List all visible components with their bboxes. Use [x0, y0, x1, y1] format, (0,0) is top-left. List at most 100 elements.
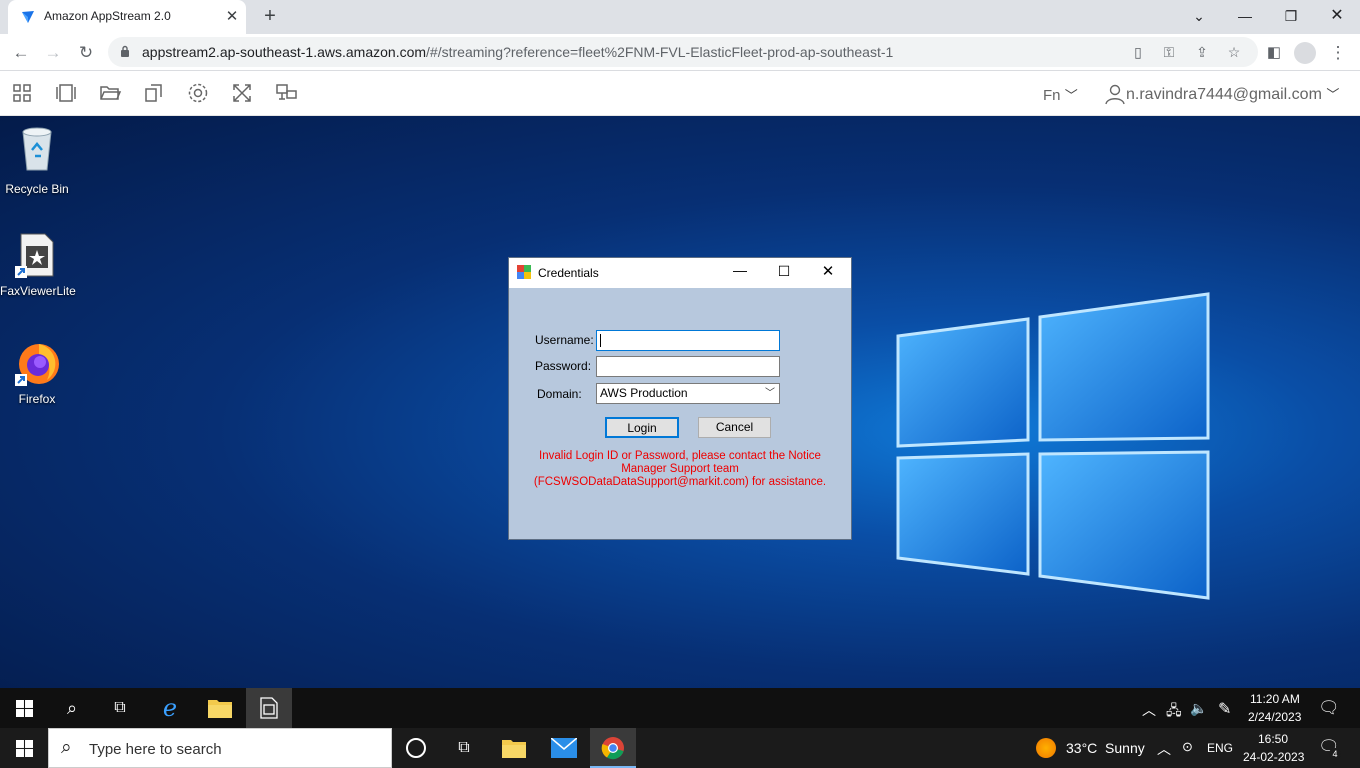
remote-taskbar: ⌕ ⧉ e ︿ 🖧 🔈 ✎ 11:20 AM 2/24/2023 🗨: [0, 688, 1360, 728]
password-input[interactable]: [596, 356, 780, 377]
login-button[interactable]: Login: [605, 417, 679, 438]
recycle-bin-icon: [22, 127, 52, 171]
minimize-button[interactable]: —: [1222, 2, 1268, 30]
new-tab-button[interactable]: +: [258, 5, 282, 29]
tab-title: Amazon AppStream 2.0: [44, 9, 171, 23]
text-cursor: [600, 334, 601, 348]
fullscreen-icon[interactable]: [230, 81, 254, 105]
tray-chevron-up-icon[interactable]: ︿: [1142, 700, 1156, 720]
fax-viewer-icon: [15, 233, 54, 278]
dialog-close-button[interactable]: ✕: [815, 262, 841, 284]
dialog-maximize-button[interactable]: ☐: [771, 263, 797, 285]
local-clock-date[interactable]: 24-02-2023: [1243, 750, 1304, 764]
notification-count-badge: 4: [1329, 748, 1341, 760]
search-icon: ⌕: [61, 737, 72, 758]
credentials-dialog: Credentials — ☐ ✕ Username: Password: Do…: [508, 257, 852, 540]
settings-icon[interactable]: [186, 81, 210, 105]
chevron-down-icon: ﹀: [765, 388, 775, 399]
bookmark-star-icon[interactable]: ☆: [1225, 43, 1243, 61]
desktop-icon-faxviewerlite[interactable]: FaxViewerLite: [0, 232, 76, 298]
internet-explorer-icon[interactable]: e: [146, 688, 194, 728]
username-input[interactable]: [596, 330, 780, 351]
file-explorer-icon[interactable]: [502, 738, 526, 758]
remote-clock-date[interactable]: 2/24/2023: [1248, 710, 1301, 724]
windows-icon[interactable]: [54, 81, 78, 105]
lock-icon: [121, 45, 129, 57]
password-label: Password:: [535, 359, 592, 373]
mail-icon[interactable]: [551, 738, 577, 758]
search-icon[interactable]: ⌕: [48, 688, 96, 728]
windows-start-icon[interactable]: [16, 740, 33, 757]
key-icon[interactable]: ⚿: [1160, 43, 1178, 61]
taskbar-faxviewer-button[interactable]: [246, 688, 292, 728]
taskbar-search-box[interactable]: ⌕ Type here to search: [48, 728, 392, 768]
username-label: Username:: [535, 333, 594, 347]
user-menu[interactable]: n.ravindra7444@gmail.com ﹀: [1126, 84, 1339, 104]
desktop-icon-recycle-bin[interactable]: Recycle Bin: [0, 124, 74, 196]
error-message: Invalid Login ID or Password, please con…: [527, 450, 833, 489]
fn-keys-dropdown[interactable]: Fn ﹀: [1043, 85, 1078, 104]
error-line: (FCSWSODataDataSupport@markit.com) for a…: [533, 476, 827, 488]
chrome-icon: [601, 737, 624, 760]
firefox-icon: [15, 344, 59, 386]
error-line: Invalid Login ID or Password, please con…: [539, 450, 821, 462]
browser-toolbar: ← → ↻ appstream2.ap-southeast-1.aws.amaz…: [0, 34, 1360, 71]
cancel-button[interactable]: Cancel: [698, 417, 771, 438]
display-icon[interactable]: [274, 81, 298, 105]
taskbar-chrome-button[interactable]: [590, 728, 636, 768]
menu-kebab-icon[interactable]: ⋮: [1325, 40, 1351, 66]
tab-close-icon[interactable]: ✕: [222, 7, 242, 27]
error-line: Manager Support team: [621, 463, 739, 475]
network-icon[interactable]: 🖧: [1166, 700, 1182, 724]
url-text: appstream2.ap-southeast-1.aws.amazon.com…: [142, 44, 893, 60]
location-icon[interactable]: ⊙: [1182, 739, 1193, 755]
local-clock-time[interactable]: 16:50: [1258, 732, 1288, 746]
dialog-minimize-button[interactable]: —: [727, 262, 753, 284]
remote-desktop: Recycle Bin FaxViewerLite Firefox Creden…: [0, 116, 1360, 688]
address-bar[interactable]: appstream2.ap-southeast-1.aws.amazon.com…: [108, 37, 1258, 67]
chevron-down-icon: ﹀: [1064, 88, 1078, 103]
appstream-toolbar: Fn ﹀ n.ravindra7444@gmail.com ﹀: [0, 71, 1360, 116]
language-indicator[interactable]: ENG: [1207, 741, 1233, 755]
weather-sun-icon[interactable]: [1036, 738, 1056, 758]
dialog-title-bar[interactable]: Credentials — ☐ ✕: [509, 258, 851, 288]
browser-tab[interactable]: Amazon AppStream 2.0 ✕: [8, 0, 246, 34]
restore-button[interactable]: ❐: [1268, 2, 1314, 30]
fn-label: Fn: [1043, 87, 1061, 104]
desktop-icon-label: Recycle Bin: [5, 182, 69, 196]
fax-viewer-icon: [260, 697, 278, 719]
browser-tab-strip: Amazon AppStream 2.0 ✕ + ⌄ — ❐ ✕: [0, 0, 1360, 34]
share-icon[interactable]: ⇪: [1193, 43, 1211, 61]
apps-icon[interactable]: [10, 81, 34, 105]
tray-chevron-up-icon[interactable]: ︿: [1157, 739, 1171, 759]
local-taskbar: ⌕ Type here to search ⧉ 33°C Sunny ︿ ⊙ E…: [0, 728, 1360, 768]
desktop-icon-firefox[interactable]: Firefox: [0, 340, 74, 406]
appstream-favicon-icon: [22, 11, 34, 23]
clipboard-icon[interactable]: ▯: [1129, 43, 1147, 61]
close-window-button[interactable]: ✕: [1314, 2, 1360, 30]
domain-label: Domain:: [537, 387, 582, 401]
task-view-icon[interactable]: ⧉: [440, 728, 488, 768]
forward-button[interactable]: →: [40, 40, 66, 66]
remote-clock-time[interactable]: 11:20 AM: [1250, 692, 1300, 706]
profile-avatar-icon[interactable]: [1294, 42, 1316, 64]
pen-icon[interactable]: ✎: [1218, 699, 1231, 719]
windows-start-icon[interactable]: [16, 700, 33, 717]
back-button[interactable]: ←: [8, 40, 34, 66]
reload-button[interactable]: ↻: [73, 40, 99, 66]
file-explorer-icon[interactable]: [208, 698, 232, 718]
tab-search-icon[interactable]: ⌄: [1176, 2, 1222, 30]
domain-select[interactable]: AWS Production ﹀: [596, 383, 780, 404]
task-view-icon[interactable]: ⧉: [96, 688, 144, 728]
side-panel-icon[interactable]: ◧: [1261, 40, 1287, 66]
notification-icon[interactable]: 🗨: [1318, 698, 1340, 718]
url-host: appstream2.ap-southeast-1.aws.amazon.com: [142, 44, 427, 60]
cortana-icon[interactable]: [406, 738, 426, 758]
chevron-down-icon: ﹀: [1326, 87, 1340, 102]
user-email: n.ravindra7444@gmail.com: [1126, 86, 1322, 103]
clipboard-copy-icon[interactable]: [142, 81, 166, 105]
weather-text[interactable]: 33°C Sunny: [1066, 740, 1145, 756]
search-placeholder: Type here to search: [89, 741, 222, 758]
volume-icon[interactable]: 🔈: [1190, 700, 1207, 717]
folder-icon[interactable]: [98, 81, 122, 105]
